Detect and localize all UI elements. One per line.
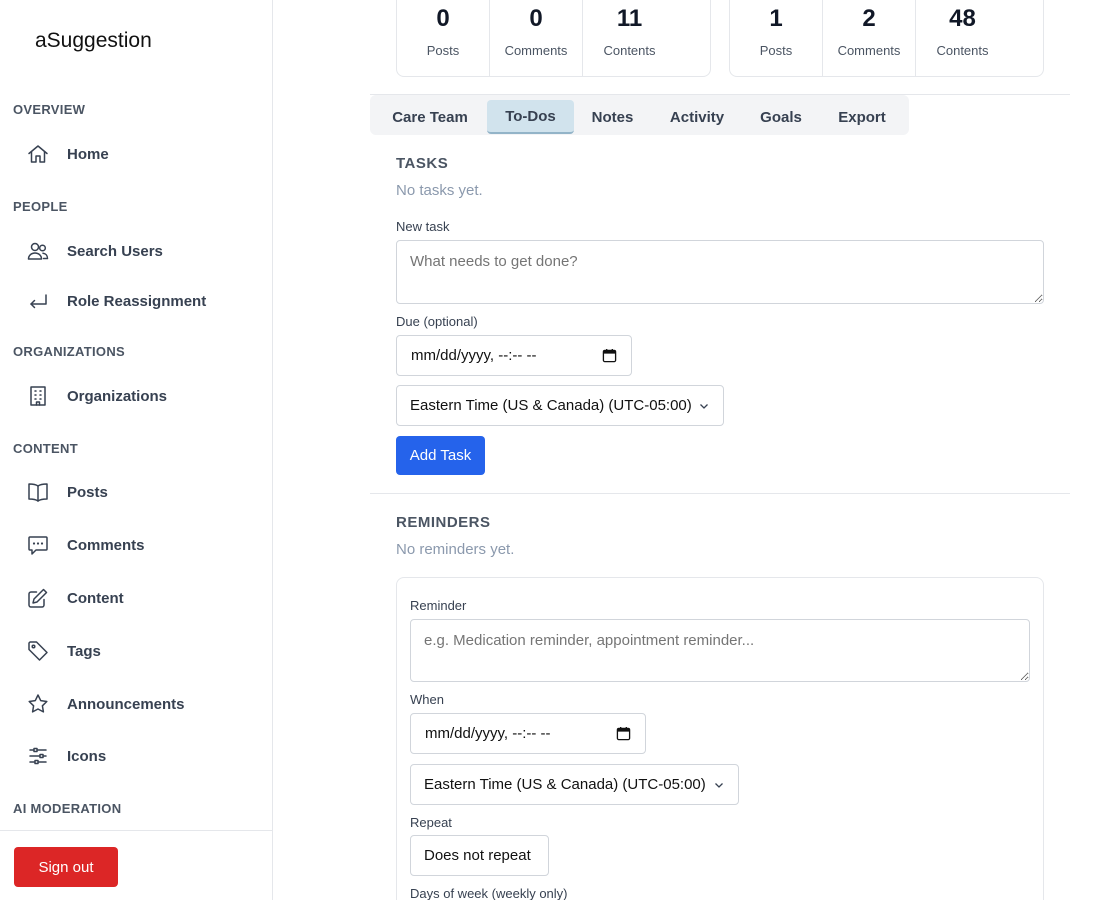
section-ai-moderation: AI MODERATION xyxy=(13,801,122,816)
reminders-heading: REMINDERS xyxy=(396,514,491,531)
stat-label: Contents xyxy=(603,43,656,58)
timezone-value: Eastern Time (US & Canada) (UTC-05:00) xyxy=(410,397,692,414)
stats-card-left: 0 Posts 0 Comments 11 Contents xyxy=(396,0,711,77)
sidebar-item-label: Search Users xyxy=(67,242,163,260)
when-label: When xyxy=(410,692,444,707)
stat-value: 1 xyxy=(769,5,783,32)
reminder-form-card: Reminder When mm/dd/yyyy, --:-- -- Easte… xyxy=(396,577,1044,900)
pencil-square-icon xyxy=(25,585,51,611)
repeat-value: Does not repeat xyxy=(424,847,531,864)
sidebar-item-label: Role Reassignment xyxy=(67,292,207,310)
users-icon xyxy=(25,238,51,264)
stats-card-right: 1 Posts 2 Comments 48 Contents xyxy=(729,0,1044,77)
when-datetime-value: mm/dd/yyyy, --:-- -- xyxy=(425,725,551,742)
sidebar-item-label: Tags xyxy=(67,642,101,660)
when-datetime-input[interactable]: mm/dd/yyyy, --:-- -- xyxy=(410,713,646,754)
book-icon xyxy=(25,479,51,505)
tasks-heading: TASKS xyxy=(396,155,449,172)
sidebar-item-announcements[interactable]: Announcements xyxy=(25,686,185,722)
sidebar-item-home[interactable]: Home xyxy=(25,136,109,172)
sidebar: aSuggestion OVERVIEW Home PEOPLE Search … xyxy=(0,0,273,900)
tab-care-team[interactable]: Care Team xyxy=(375,100,485,134)
task-timezone-select[interactable]: Eastern Time (US & Canada) (UTC-05:00) xyxy=(396,385,724,426)
divider xyxy=(370,493,1070,494)
chat-bubble-icon xyxy=(25,532,51,558)
sign-out-button[interactable]: Sign out xyxy=(14,847,118,887)
sidebar-item-label: Organizations xyxy=(67,387,168,405)
stat-contents: 48 Contents xyxy=(916,0,1009,76)
tab-goals[interactable]: Goals xyxy=(747,100,815,134)
chevron-down-icon xyxy=(698,400,710,412)
stat-value: 48 xyxy=(949,5,976,32)
calendar-icon[interactable] xyxy=(616,726,631,741)
new-task-input[interactable] xyxy=(396,240,1044,304)
sidebar-footer: Sign out xyxy=(0,830,272,900)
stat-value: 11 xyxy=(616,5,643,32)
due-label: Due (optional) xyxy=(396,314,478,329)
tab-export[interactable]: Export xyxy=(825,100,899,134)
reminder-input[interactable] xyxy=(410,619,1030,682)
stat-posts: 1 Posts xyxy=(730,0,823,76)
reminder-timezone-select[interactable]: Eastern Time (US & Canada) (UTC-05:00) xyxy=(410,764,739,805)
building-icon xyxy=(25,383,51,409)
section-people: PEOPLE xyxy=(13,199,68,214)
sidebar-item-role-reassignment[interactable]: Role Reassignment xyxy=(25,283,206,319)
stat-label: Comments xyxy=(504,43,568,58)
sidebar-item-label: Comments xyxy=(67,536,145,554)
tab-bar: Care Team To-Dos Notes Activity Goals Ex… xyxy=(370,95,909,135)
tab-activity[interactable]: Activity xyxy=(655,100,739,134)
sidebar-item-label: Content xyxy=(67,589,124,607)
repeat-label: Repeat xyxy=(410,815,452,830)
sidebar-item-label: Home xyxy=(67,145,109,163)
sidebar-item-label: Announcements xyxy=(67,695,185,713)
return-arrow-icon xyxy=(25,288,51,314)
chevron-down-icon xyxy=(713,779,725,791)
sidebar-item-content[interactable]: Content xyxy=(25,580,124,616)
new-task-label: New task xyxy=(396,219,450,234)
reminder-label: Reminder xyxy=(410,598,467,613)
stat-value: 0 xyxy=(529,5,543,32)
sidebar-item-label: Posts xyxy=(67,483,108,501)
stat-comments: 2 Comments xyxy=(823,0,916,76)
stat-value: 2 xyxy=(862,5,876,32)
stat-label: Contents xyxy=(936,43,989,58)
stat-comments: 0 Comments xyxy=(490,0,583,76)
stat-value: 0 xyxy=(436,5,450,32)
tag-icon xyxy=(25,638,51,664)
reminders-empty-text: No reminders yet. xyxy=(396,541,515,558)
stat-label: Comments xyxy=(837,43,901,58)
sliders-icon xyxy=(25,743,51,769)
tasks-empty-text: No tasks yet. xyxy=(396,182,483,199)
stat-label: Posts xyxy=(426,43,460,58)
section-overview: OVERVIEW xyxy=(13,102,86,117)
sidebar-item-organizations[interactable]: Organizations xyxy=(25,378,167,414)
sidebar-item-label: Icons xyxy=(67,747,107,765)
repeat-select[interactable]: Does not repeat xyxy=(410,835,549,876)
stat-posts: 0 Posts xyxy=(397,0,490,76)
sidebar-item-icons[interactable]: Icons xyxy=(25,738,106,774)
stat-label: Posts xyxy=(759,43,793,58)
sidebar-item-tags[interactable]: Tags xyxy=(25,633,101,669)
sidebar-item-comments[interactable]: Comments xyxy=(25,527,145,563)
section-organizations: ORGANIZATIONS xyxy=(13,344,125,359)
tab-to-dos[interactable]: To-Dos xyxy=(487,100,574,134)
home-icon xyxy=(25,141,51,167)
due-datetime-input[interactable]: mm/dd/yyyy, --:-- -- xyxy=(396,335,632,376)
tab-notes[interactable]: Notes xyxy=(576,100,649,134)
days-of-week-label: Days of week (weekly only) xyxy=(410,886,568,900)
timezone-value: Eastern Time (US & Canada) (UTC-05:00) xyxy=(424,776,706,793)
section-content: CONTENT xyxy=(13,441,78,456)
calendar-icon[interactable] xyxy=(602,348,617,363)
stat-contents: 11 Contents xyxy=(583,0,676,76)
due-datetime-value: mm/dd/yyyy, --:-- -- xyxy=(411,347,537,364)
sidebar-item-search-users[interactable]: Search Users xyxy=(25,233,163,269)
star-icon xyxy=(25,691,51,717)
sidebar-item-posts[interactable]: Posts xyxy=(25,474,108,510)
add-task-button[interactable]: Add Task xyxy=(396,436,485,475)
brand-title: aSuggestion xyxy=(35,29,152,52)
